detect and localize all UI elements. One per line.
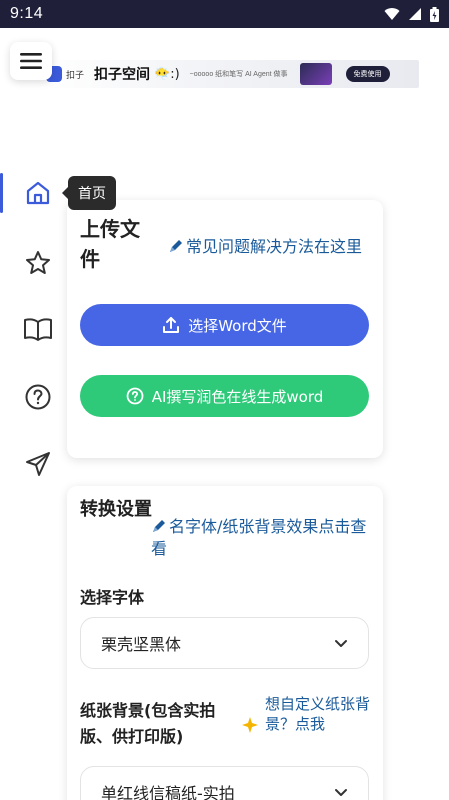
preview-link-text: 名字体/纸张背景效果点击查看 [151,517,367,558]
wifi-icon [384,8,400,20]
rail-item-home[interactable] [21,176,55,210]
ad-banner[interactable]: 扣子 扣子空间 😶‍🌫️:) ~ooooo 纸和笔写 AI Agent 做事 免… [42,60,419,88]
send-icon [26,452,50,476]
help-icon [25,384,51,410]
pen-icon [153,520,165,532]
hamburger-icon [20,53,42,69]
settings-card-title: 转换设置 [80,499,152,520]
ad-subtitle: ~ooooo 纸和笔写 AI Agent 做事 [189,71,288,78]
chevron-down-icon [335,788,347,796]
book-icon [24,318,52,341]
upload-card-title: 上传文件 [80,217,140,271]
faq-link[interactable]: 常见问题解决方法在这里 [168,236,374,258]
sparkle-icon [242,717,258,733]
font-select[interactable]: 栗壳坚黑体 [80,617,369,669]
star-icon [26,251,50,274]
help-circle-icon [126,387,144,405]
ad-brand-small: 扣子 [66,69,85,80]
rail-item-guide[interactable] [21,312,55,346]
ai-generate-button[interactable]: AI撰写润色在线生成word [80,375,369,417]
settings-card: 转换设置 名字体/纸张背景效果点击查看 选择字体 栗壳坚黑体 纸张背景(包含实拍… [67,486,383,800]
ad-title: 扣子空间 [94,67,151,83]
home-tooltip: 首页 [62,176,116,210]
ai-generate-label: AI撰写润色在线生成word [151,387,324,406]
paper-select[interactable]: 单红线信稿纸-实拍 [80,766,369,800]
pen-icon [170,240,182,252]
battery-icon [430,6,439,22]
chevron-down-icon [335,639,347,647]
faq-link-text: 常见问题解决方法在这里 [186,237,363,256]
rail-item-feedback[interactable] [21,447,55,481]
status-icons [384,6,439,22]
upload-icon [163,317,180,333]
paper-label: 纸张背景(包含实拍版、供打印版) [80,701,216,746]
preview-link[interactable]: 名字体/纸张背景效果点击查看 [151,516,371,560]
rail-active-indicator [0,173,3,213]
rail-item-favorites[interactable] [21,246,55,280]
custom-paper-link[interactable]: 想自定义纸张背景？点我 [265,694,385,734]
font-label: 选择字体 [80,588,145,607]
status-bar: 9:14 [0,0,449,28]
upload-card: 上传文件 常见问题解决方法在这里 选择Word文件 AI撰写润色在线生成word [67,200,383,458]
select-word-label: 选择Word文件 [188,316,287,335]
home-icon [26,181,50,205]
signal-icon [409,8,421,20]
menu-button[interactable] [10,42,52,80]
rail-item-help[interactable] [21,380,55,414]
status-time: 9:14 [10,5,44,22]
paper-select-value: 单红线信稿纸-实拍 [101,784,235,800]
ad-cta-button[interactable]: 免费使用 [345,66,390,82]
select-word-button[interactable]: 选择Word文件 [80,304,369,346]
font-select-value: 栗壳坚黑体 [101,635,182,654]
ad-emoji: 😶‍🌫️:) [154,66,180,82]
ad-thumbnail [299,63,332,85]
